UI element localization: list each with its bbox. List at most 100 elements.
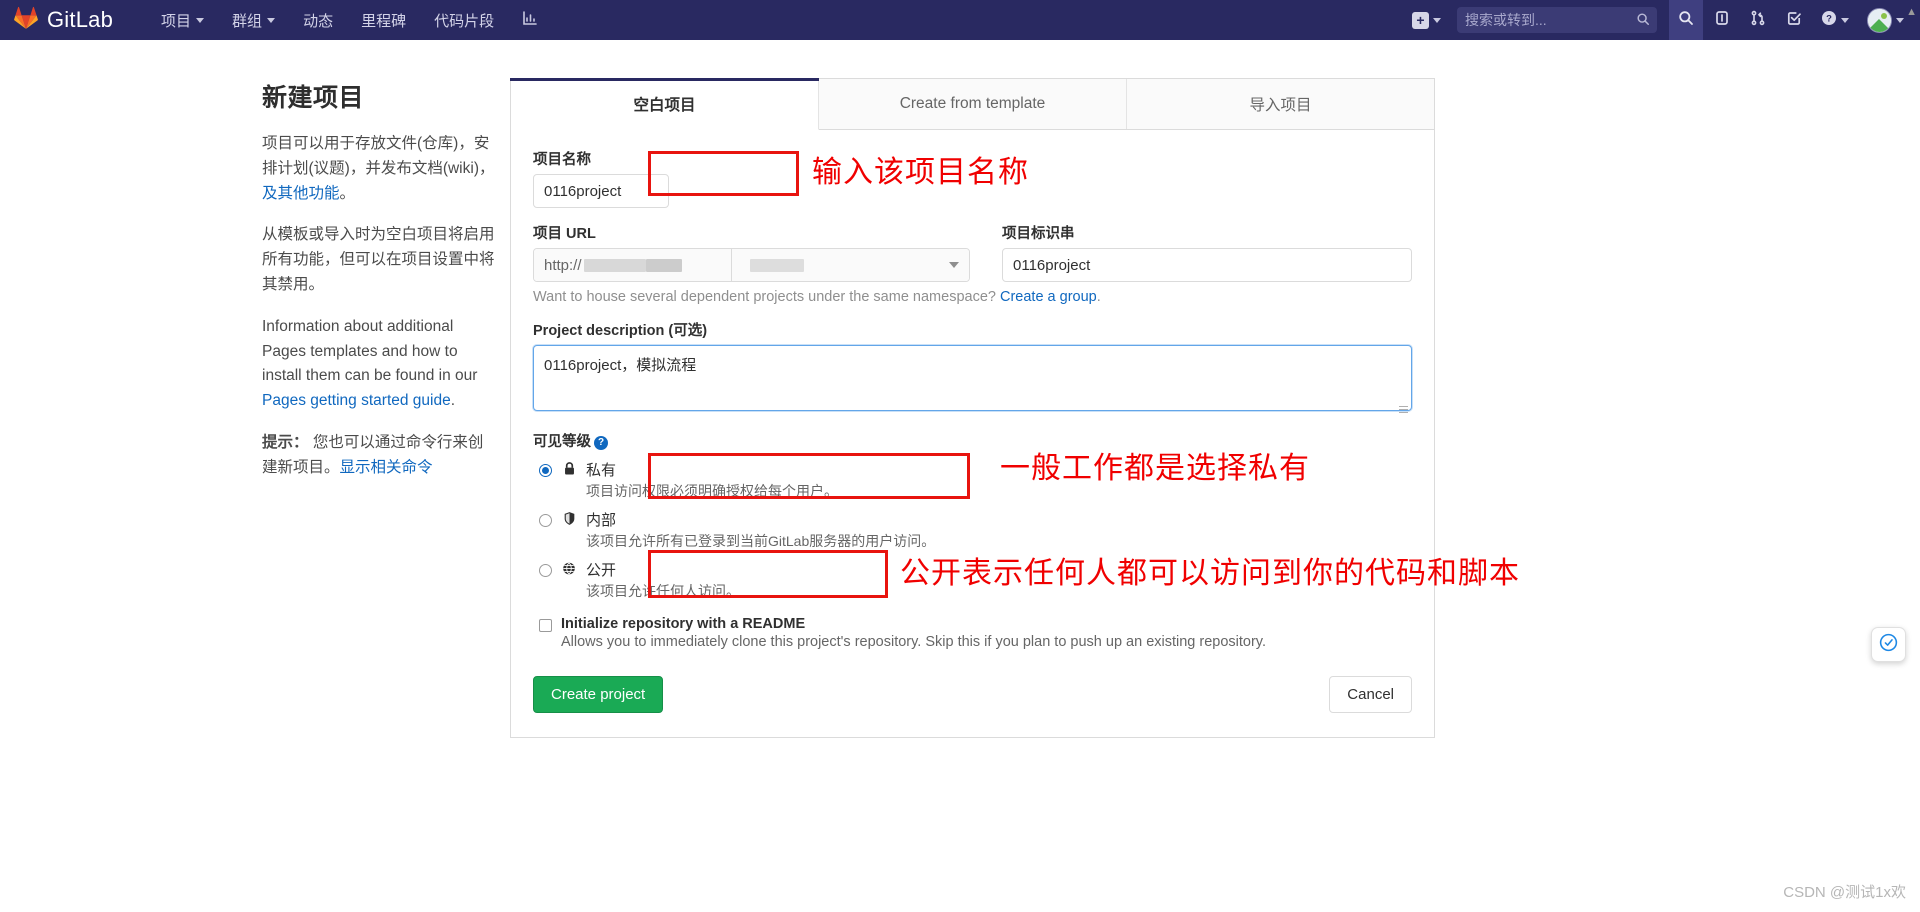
project-slug-label: 项目标识串 — [1002, 226, 1075, 242]
scrollbar-up-arrow[interactable]: ▲ — [1906, 6, 1917, 18]
project-name-input[interactable]: 0116project — [533, 174, 669, 208]
issues-button[interactable] — [1705, 0, 1739, 40]
watermark: CSDN @测试1x欢 — [1783, 884, 1906, 901]
visibility-private-text: 私有 项目访问权限必须明确授权给每个用户。 — [586, 460, 838, 502]
namespace-help-b: . — [1096, 289, 1101, 305]
namespace-help-text: Want to house several dependent projects… — [533, 289, 1412, 305]
chevron-down-icon — [267, 17, 276, 23]
help-icon: ? — [1821, 10, 1837, 31]
blank-project-form: 项目名称 0116project 项目 URL http:// 项目标识串 01… — [511, 130, 1434, 737]
nav-item-milestones[interactable]: 里程碑 — [347, 0, 420, 40]
nav-item-milestones-label: 里程碑 — [361, 12, 407, 30]
visibility-option-internal[interactable]: 内部 该项目允许所有已登录到当前GitLab服务器的用户访问。 — [533, 506, 1412, 556]
avatar — [1867, 7, 1892, 33]
pages-getting-started-link[interactable]: Pages getting started guide — [262, 392, 451, 409]
chat-widget-icon — [1878, 632, 1899, 658]
brand-name: GitLab — [47, 7, 114, 32]
redacted-host-block — [583, 258, 646, 272]
user-menu-button[interactable] — [1859, 0, 1912, 40]
project-slug-input[interactable]: 0116project — [1002, 248, 1412, 282]
shield-icon — [561, 511, 577, 531]
initialize-readme-checkbox[interactable] — [539, 618, 552, 632]
visibility-public-desc: 该项目允许任何人访问。 — [586, 582, 740, 599]
initialize-readme-desc: Allows you to immediately clone this pro… — [561, 633, 1267, 650]
project-type-tabs: 空白项目 Create from template 导入项目 — [510, 78, 1434, 130]
visibility-radio-private[interactable] — [539, 464, 552, 477]
nav-item-groups-label: 群组 — [232, 12, 263, 30]
search-toggle-button[interactable] — [1669, 0, 1703, 40]
nav-item-projects-label: 项目 — [161, 12, 192, 30]
gitlab-fox-logo — [14, 6, 38, 34]
todos-icon — [1786, 10, 1802, 31]
analytics-chart-icon — [522, 10, 538, 30]
gitlab-brand[interactable]: GitLab — [14, 6, 113, 34]
new-project-intro: 新建项目 项目可以用于存放文件(仓库)，安排计划(议题)，并发布文档(wiki)… — [0, 78, 510, 738]
redacted-host-block-2 — [645, 258, 682, 272]
intro-paragraph-2: 从模板或导入时为空白项目将启用所有功能，但可以在项目设置中将其禁用。 — [262, 226, 495, 293]
intro-paragraph-1: 项目可以用于存放文件(仓库)，安排计划(议题)，并发布文档(wiki)， 及其他功… — [262, 132, 496, 206]
nav-item-activity-label: 动态 — [303, 12, 334, 30]
project-url-group[interactable]: http:// — [533, 248, 970, 282]
visibility-private-name: 私有 — [586, 462, 617, 479]
project-slug-field: 项目标识串 0116project — [1002, 222, 1412, 282]
other-features-link[interactable]: 及其他功能 — [262, 185, 340, 202]
nav-item-activity[interactable]: 动态 — [289, 0, 347, 40]
search-placeholder: 搜索或转到... — [1465, 12, 1547, 28]
tab-import-project-label: 导入项目 — [1249, 97, 1312, 114]
intro-paragraph-3: Information about additional Pages templ… — [262, 315, 496, 414]
visibility-public-name: 公开 — [586, 561, 617, 579]
avatar-sun — [1881, 12, 1887, 19]
merge-requests-button[interactable] — [1741, 0, 1775, 40]
question-mark-icon[interactable]: ? — [594, 435, 608, 450]
visibility-radio-public[interactable] — [539, 563, 552, 577]
chevron-down-icon — [1433, 17, 1441, 23]
new-item-button[interactable]: + — [1404, 0, 1449, 40]
initialize-readme-row[interactable]: Initialize repository with a README Allo… — [533, 616, 1412, 650]
project-description-wrap — [533, 345, 1412, 416]
nav-item-snippets-label: 代码片段 — [434, 12, 495, 30]
cancel-button[interactable]: Cancel — [1329, 675, 1412, 713]
visibility-internal-text: 内部 该项目允许所有已登录到当前GitLab服务器的用户访问。 — [586, 510, 935, 552]
search-icon — [1678, 10, 1694, 31]
cli-tip: 提示： 您也可以通过命令行来创建新项目。显示相关命令 — [262, 431, 496, 481]
tab-blank-project[interactable]: 空白项目 — [510, 78, 819, 130]
avatar-hill — [1868, 18, 1891, 32]
search-input[interactable]: 搜索或转到... — [1457, 7, 1657, 33]
pages-info-text: Information about additional Pages templ… — [262, 317, 478, 385]
tab-create-from-template-label: Create from template — [899, 95, 1046, 112]
nav-item-projects[interactable]: 项目 — [147, 0, 218, 40]
chat-widget-button[interactable] — [1871, 627, 1906, 662]
project-url-prefix: http:// — [534, 249, 732, 281]
url-and-slug-row: 项目 URL http:// 项目标识串 0116project — [533, 222, 1412, 282]
project-name-value: 0116project — [544, 182, 622, 200]
visibility-private-desc: 项目访问权限必须明确授权给每个用户。 — [586, 483, 838, 500]
new-project-card: 空白项目 Create from template 导入项目 项目名称 0116… — [510, 78, 1435, 738]
project-slug-value: 0116project — [1013, 256, 1091, 274]
globe-icon — [561, 561, 577, 581]
primary-nav: 项目 群组 动态 里程碑 代码片段 — [147, 0, 552, 40]
nav-item-analytics[interactable] — [508, 0, 552, 40]
resize-grip-icon[interactable] — [1399, 404, 1408, 413]
tab-create-from-template[interactable]: Create from template — [819, 79, 1127, 129]
visibility-internal-name: 内部 — [586, 511, 617, 529]
project-url-field: 项目 URL http:// — [533, 222, 970, 282]
project-url-label: 项目 URL — [533, 226, 596, 242]
help-button[interactable]: ? — [1813, 0, 1857, 40]
visibility-option-private[interactable]: 私有 项目访问权限必须明确授权给每个用户。 — [533, 456, 1412, 506]
create-project-button[interactable]: Create project — [533, 675, 664, 713]
visibility-option-public[interactable]: 公开 该项目允许任何人访问。 — [533, 556, 1412, 606]
intro-p1-text-b: 。 — [339, 184, 356, 202]
nav-item-groups[interactable]: 群组 — [218, 0, 289, 40]
chevron-down-icon — [1896, 17, 1904, 23]
project-url-scheme: http:// — [544, 256, 582, 274]
create-a-group-link[interactable]: Create a group — [1000, 289, 1097, 305]
nav-item-snippets[interactable]: 代码片段 — [420, 0, 508, 40]
namespace-select[interactable] — [732, 249, 969, 281]
intro-p1-text-a: 项目可以用于存放文件(仓库)，安排计划(议题)，并发布文档(wiki)， — [262, 135, 495, 177]
tab-import-project[interactable]: 导入项目 — [1127, 79, 1434, 129]
project-description-label: Project description (可选) — [533, 323, 708, 339]
todos-button[interactable] — [1777, 0, 1811, 40]
project-description-input[interactable] — [533, 345, 1412, 411]
show-commands-link[interactable]: 显示相关命令 — [340, 459, 433, 476]
visibility-radio-internal[interactable] — [539, 513, 552, 527]
